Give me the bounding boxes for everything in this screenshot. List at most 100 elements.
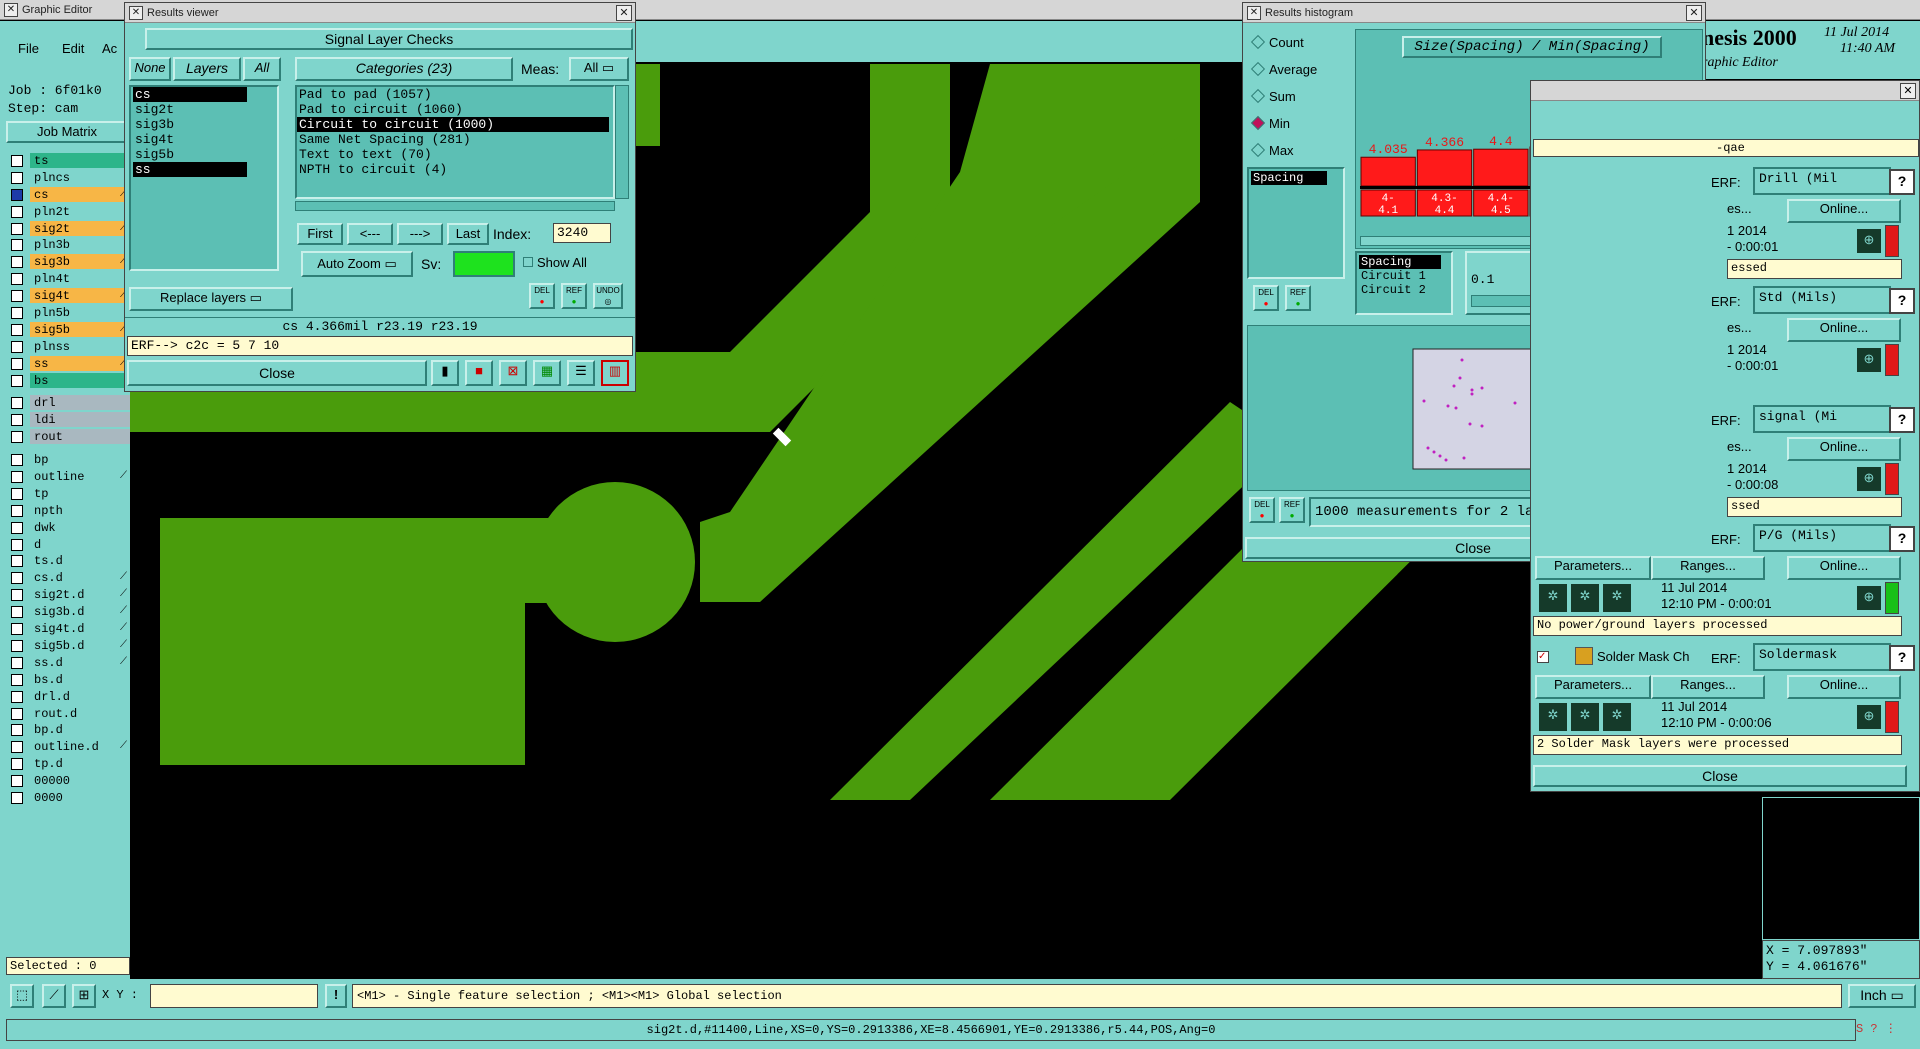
run-icon[interactable]: ✲ <box>1601 701 1633 733</box>
layer-checkbox[interactable] <box>11 504 23 517</box>
histogram-bar[interactable] <box>1473 148 1529 187</box>
category-item[interactable]: NPTH to circuit (4) <box>297 162 609 177</box>
close-button[interactable]: Close <box>127 360 427 386</box>
all-button[interactable]: All <box>243 57 281 81</box>
online-button[interactable]: Online... <box>1787 675 1901 699</box>
highlight-icon[interactable]: ▮ <box>431 360 459 386</box>
layers-button[interactable]: Layers <box>173 57 241 81</box>
layer-row[interactable]: pln4t <box>8 271 130 289</box>
layer-checkbox[interactable] <box>11 741 23 754</box>
erf-field[interactable]: Drill (Mil <box>1753 167 1891 195</box>
layer-checkbox[interactable] <box>11 454 23 467</box>
field-spacing[interactable]: Spacing <box>1251 171 1327 185</box>
erf-field[interactable]: Soldermask <box>1753 643 1891 671</box>
next-button[interactable]: ---> <box>397 223 443 245</box>
parameters-button[interactable]: Parameters... <box>1535 675 1651 699</box>
layers-list[interactable]: cs sig2t sig3b sig4t sig5b ss <box>129 85 279 271</box>
grid-tool-icon[interactable]: ⊞ <box>72 984 96 1008</box>
layer-checkbox[interactable] <box>11 431 23 444</box>
layer-row[interactable]: rout.d <box>8 705 130 723</box>
layer-row[interactable]: ldi <box>8 412 130 429</box>
layer-item[interactable]: cs <box>133 87 247 102</box>
layer-item[interactable]: sig5b <box>133 147 247 162</box>
layer-row[interactable]: tp.d <box>8 756 130 774</box>
category-item[interactable]: Same Net Spacing (281) <box>297 132 609 147</box>
layer-checkbox[interactable] <box>11 690 23 703</box>
field-list[interactable]: Spacing <box>1247 167 1345 279</box>
histogram-icon[interactable]: ▥ <box>601 360 629 386</box>
layer-item[interactable]: ss <box>133 162 247 177</box>
layer-checkbox[interactable] <box>11 471 23 484</box>
layer-checkbox[interactable] <box>11 724 23 737</box>
help-icon[interactable]: ? <box>1889 645 1915 671</box>
ranges-button[interactable]: es... <box>1727 201 1752 216</box>
layer-row[interactable]: outline.d ⟋ <box>8 739 130 757</box>
layer-checkbox[interactable] <box>11 239 23 252</box>
field-row-circuit1[interactable]: Circuit 1 <box>1361 269 1451 283</box>
layer-row[interactable]: pln3b <box>8 237 130 255</box>
layer-row[interactable]: cs⟋ <box>8 186 130 204</box>
layer-checkbox[interactable] <box>11 222 23 235</box>
layer-row[interactable]: plncs <box>8 169 130 187</box>
layer-checkbox[interactable] <box>11 538 23 551</box>
layer-checkbox[interactable] <box>11 273 23 286</box>
categories-scrollbar[interactable] <box>615 85 629 199</box>
layer-checkbox[interactable] <box>11 791 23 804</box>
layer-row[interactable]: drl <box>8 395 130 412</box>
layer-item[interactable]: sig3b <box>133 117 247 132</box>
layer-row[interactable]: ss.d ⟋ <box>8 654 130 672</box>
stop-icon[interactable]: ■ <box>465 360 493 386</box>
layer-row[interactable]: cs.d ⟋ <box>8 570 130 588</box>
close-icon[interactable]: ✕ <box>616 5 632 21</box>
layer-checkbox[interactable] <box>11 707 23 720</box>
layer-row[interactable]: sig4t⟋ <box>8 288 130 305</box>
last-button[interactable]: Last <box>447 223 489 245</box>
layer-row[interactable]: outline ⟋ <box>8 469 130 486</box>
histogram-bar[interactable] <box>1416 149 1473 187</box>
select-tool-icon[interactable]: ⬚ <box>10 984 34 1008</box>
replace-layers-select[interactable]: Replace layers ▭ <box>129 287 293 311</box>
layer-checkbox[interactable] <box>11 521 23 534</box>
layer-checkbox[interactable] <box>11 307 23 320</box>
layer-row[interactable]: npth <box>8 502 130 520</box>
menu-edit[interactable]: Edit <box>62 41 84 56</box>
category-item[interactable]: Text to text (70) <box>297 147 609 162</box>
erf-field[interactable]: signal (Mi <box>1753 405 1891 433</box>
help-icon[interactable]: ? <box>1889 169 1915 195</box>
show-all-checkbox[interactable] <box>523 257 533 267</box>
report-icon[interactable]: ☰ <box>567 360 595 386</box>
run-icon[interactable]: ✲ <box>1569 582 1601 614</box>
layer-row[interactable]: pln2t <box>8 203 130 221</box>
ranges-button[interactable]: Ranges... <box>1651 556 1765 580</box>
category-item[interactable]: Pad to circuit (1060) <box>297 102 609 117</box>
run-icon[interactable]: ✲ <box>1569 701 1601 733</box>
online-button[interactable]: Online... <box>1787 437 1901 461</box>
prev-button[interactable]: <--- <box>347 223 393 245</box>
run-icon[interactable]: ✲ <box>1537 701 1569 733</box>
close-icon[interactable]: ✕ <box>1900 83 1916 99</box>
close-button[interactable]: Close <box>1533 765 1907 787</box>
layer-row[interactable]: tp <box>8 485 130 503</box>
layer-row[interactable]: drl.d <box>8 688 130 706</box>
layer-checkbox[interactable] <box>11 555 23 568</box>
category-item[interactable]: Pad to pad (1057) <box>297 87 609 102</box>
field-row-spacing[interactable]: Spacing <box>1359 255 1441 269</box>
layer-checkbox[interactable] <box>11 340 23 353</box>
histogram-bar[interactable] <box>1360 156 1416 187</box>
layer-row[interactable]: sig3b⟋ <box>8 254 130 271</box>
check-checkbox[interactable]: ✓ <box>1537 651 1549 663</box>
layer-row[interactable]: sig5b⟋ <box>8 321 130 339</box>
layer-checkbox[interactable] <box>11 639 23 652</box>
layer-row[interactable]: bp.d <box>8 722 130 740</box>
layer-row[interactable]: sig4t.d ⟋ <box>8 621 130 638</box>
clear-icon[interactable]: ⊠ <box>499 360 527 386</box>
close-icon[interactable]: ✕ <box>1686 5 1702 21</box>
layer-checkbox[interactable] <box>11 205 23 218</box>
layer-checkbox[interactable] <box>11 623 23 636</box>
meas-select[interactable]: All ▭ <box>569 57 629 81</box>
layer-item[interactable]: sig2t <box>133 102 247 117</box>
alert-button[interactable]: ! <box>325 984 347 1008</box>
layer-checkbox[interactable] <box>11 487 23 500</box>
undo-icon[interactable]: UNDO ◎ <box>593 283 623 309</box>
menu-actions[interactable]: Ac <box>102 41 117 56</box>
